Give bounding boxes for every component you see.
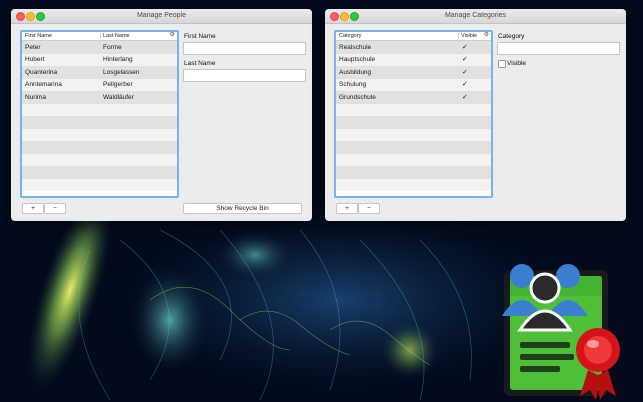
add-category-button[interactable]: + (336, 203, 358, 214)
table-header: Category Visible ⚙ (336, 32, 491, 41)
show-recycle-bin-button[interactable]: Show Recycle Bin (183, 203, 302, 214)
first-name-cell: Hubert (25, 56, 45, 63)
first-name-field[interactable] (183, 42, 306, 55)
visible-label: Visible (507, 60, 527, 67)
window-title: Manage People (136, 12, 187, 19)
last-name-cell: Waldläufer (103, 93, 134, 101)
category-cell: Hauptschule (339, 56, 376, 63)
column-header-visible[interactable]: Visible (461, 33, 477, 39)
table-row[interactable]: Peter Forme (22, 41, 177, 54)
category-label: Category (498, 33, 525, 40)
empty-row (336, 103, 491, 116)
table-row[interactable]: Nurima Waldläufer (22, 91, 177, 104)
column-header-first-name[interactable]: First Name (25, 33, 52, 39)
column-header-last-name[interactable]: Last Name (103, 33, 130, 39)
last-name-cell: Pellgerber (103, 81, 133, 88)
categories-titlebar[interactable]: Manage Categories (325, 9, 626, 24)
category-cell: Ausbildung (339, 68, 372, 76)
category-cell: Realschule (339, 43, 372, 51)
last-name-cell: Losgelassen (103, 68, 140, 76)
empty-row (336, 128, 491, 141)
first-name-cell: Nurima (25, 93, 46, 101)
table-row[interactable]: Quanterina Losgelassen (22, 66, 177, 79)
manage-people-window: Manage People First Name Last Name ⚙ Pet… (11, 9, 312, 221)
people-titlebar[interactable]: Manage People (11, 9, 312, 24)
empty-row (336, 166, 491, 179)
checkmark-icon[interactable]: ✓ (462, 43, 468, 51)
remove-person-button[interactable]: − (44, 203, 66, 214)
remove-category-button[interactable]: − (358, 203, 380, 214)
last-name-cell: Hinterlang (103, 56, 133, 63)
people-table[interactable]: First Name Last Name ⚙ Peter Forme Huber… (20, 30, 179, 198)
last-name-field[interactable] (183, 69, 306, 82)
first-name-cell: Anntemarina (25, 81, 62, 88)
checkmark-icon[interactable]: ✓ (462, 93, 468, 101)
table-row[interactable]: Hauptschule ✓ (336, 53, 491, 66)
table-row[interactable]: Hubert Hinterlang (22, 53, 177, 66)
add-person-button[interactable]: + (22, 203, 44, 214)
empty-row (336, 178, 491, 191)
empty-row (22, 153, 177, 166)
manage-categories-window: Manage Categories Category Visible ⚙ Rea… (325, 9, 626, 221)
category-field[interactable] (497, 42, 620, 55)
empty-row (22, 103, 177, 116)
empty-row (336, 153, 491, 166)
column-header-category[interactable]: Category (339, 33, 361, 39)
last-name-cell: Forme (103, 43, 122, 51)
empty-row (336, 141, 491, 154)
checkmark-icon[interactable]: ✓ (462, 55, 468, 63)
first-name-cell: Quanterina (25, 68, 58, 76)
app-logo-icon (502, 264, 620, 400)
empty-row (22, 141, 177, 154)
first-name-cell: Peter (25, 43, 41, 51)
table-row[interactable]: Realschule ✓ (336, 41, 491, 54)
category-cell: Grundschule (339, 93, 376, 101)
empty-row (22, 116, 177, 129)
empty-row (336, 116, 491, 129)
gear-icon[interactable]: ⚙ (484, 32, 489, 38)
visible-checkbox[interactable] (498, 60, 506, 68)
category-cell: Schulung (339, 81, 367, 88)
table-row[interactable]: Ausbildung ✓ (336, 66, 491, 79)
first-name-label: First Name (184, 33, 216, 40)
table-row[interactable]: Anntemarina Pellgerber (22, 78, 177, 91)
table-row[interactable]: Grundschule ✓ (336, 91, 491, 104)
categories-table[interactable]: Category Visible ⚙ Realschule ✓ Hauptsch… (334, 30, 493, 198)
table-header: First Name Last Name ⚙ (22, 32, 177, 41)
window-title: Manage Categories (444, 12, 507, 19)
gear-icon[interactable]: ⚙ (170, 32, 175, 38)
last-name-label: Last Name (184, 60, 216, 67)
checkmark-icon[interactable]: ✓ (462, 80, 468, 88)
checkmark-icon[interactable]: ✓ (462, 68, 468, 76)
empty-row (22, 178, 177, 191)
table-row[interactable]: Schulung ✓ (336, 78, 491, 91)
empty-row (22, 128, 177, 141)
empty-row (22, 166, 177, 179)
